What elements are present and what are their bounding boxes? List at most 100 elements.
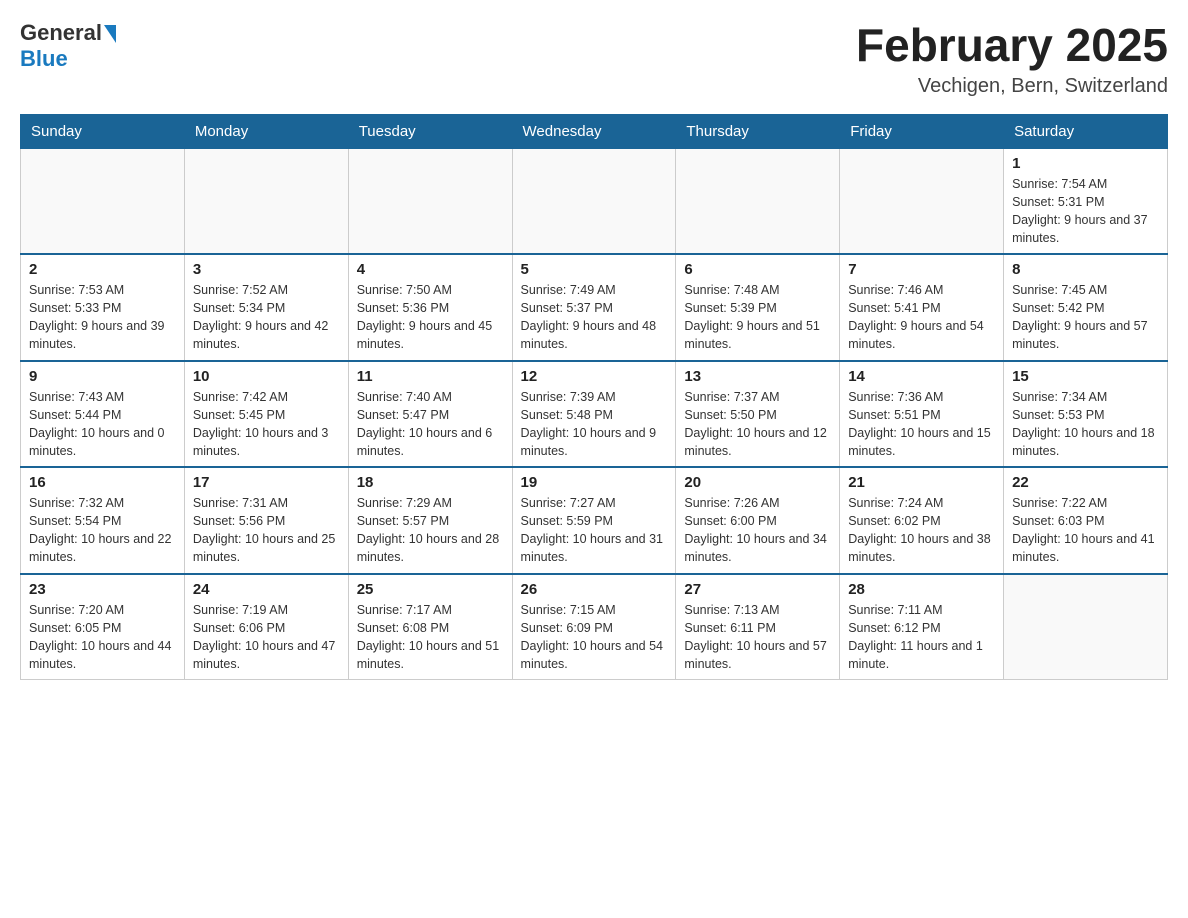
calendar-day-cell: 3Sunrise: 7:52 AM Sunset: 5:34 PM Daylig…	[184, 254, 348, 361]
day-number: 18	[357, 474, 504, 491]
day-info: Sunrise: 7:49 AM Sunset: 5:37 PM Dayligh…	[521, 281, 668, 354]
day-number: 4	[357, 261, 504, 278]
day-number: 22	[1012, 474, 1159, 491]
calendar-week-row: 23Sunrise: 7:20 AM Sunset: 6:05 PM Dayli…	[21, 574, 1168, 680]
calendar-day-cell	[184, 148, 348, 254]
day-number: 17	[193, 474, 340, 491]
day-info: Sunrise: 7:34 AM Sunset: 5:53 PM Dayligh…	[1012, 388, 1159, 461]
calendar-title: February 2025	[856, 20, 1168, 71]
day-info: Sunrise: 7:37 AM Sunset: 5:50 PM Dayligh…	[684, 388, 831, 461]
weekday-header: Tuesday	[348, 114, 512, 148]
day-info: Sunrise: 7:53 AM Sunset: 5:33 PM Dayligh…	[29, 281, 176, 354]
calendar-day-cell: 18 Sunrise: 7:29 AM Sunset: 5:57 PM Dayli…	[348, 467, 512, 574]
day-number: 10	[193, 368, 340, 385]
calendar-day-cell: 8 Sunrise: 7:45 AM Sunset: 5:42 PM Daylig…	[1004, 254, 1168, 361]
day-number: 27	[684, 581, 831, 598]
day-number: 28	[848, 581, 995, 598]
day-info: Sunrise: 7:13 AM Sunset: 6:11 PM Dayligh…	[684, 601, 831, 674]
calendar-header-row: SundayMondayTuesdayWednesdayThursdayFrid…	[21, 114, 1168, 148]
day-info: Sunrise: 7:54 AM Sunset: 5:31 PM Dayligh…	[1012, 175, 1159, 248]
calendar-day-cell: 1 Sunrise: 7:54 AM Sunset: 5:31 PM Daylig…	[1004, 148, 1168, 254]
weekday-header: Monday	[184, 114, 348, 148]
calendar-week-row: 9 Sunrise: 7:43 AM Sunset: 5:44 PM Daylig…	[21, 361, 1168, 468]
calendar-day-cell	[840, 148, 1004, 254]
day-info: Sunrise: 7:48 AM Sunset: 5:39 PM Dayligh…	[684, 281, 831, 354]
day-number: 13	[684, 368, 831, 385]
calendar-day-cell	[1004, 574, 1168, 680]
day-info: Sunrise: 7:22 AM Sunset: 6:03 PM Dayligh…	[1012, 494, 1159, 567]
weekday-header: Thursday	[676, 114, 840, 148]
calendar-day-cell: 16Sunrise: 7:32 AM Sunset: 5:54 PM Dayli…	[21, 467, 185, 574]
day-info: Sunrise: 7:29 AM Sunset: 5:57 PM Dayligh…	[357, 494, 504, 567]
day-info: Sunrise: 7:45 AM Sunset: 5:42 PM Dayligh…	[1012, 281, 1159, 354]
day-number: 8	[1012, 261, 1159, 278]
calendar-day-cell: 13 Sunrise: 7:37 AM Sunset: 5:50 PM Dayli…	[676, 361, 840, 468]
calendar-day-cell: 17Sunrise: 7:31 AM Sunset: 5:56 PM Dayli…	[184, 467, 348, 574]
weekday-header: Saturday	[1004, 114, 1168, 148]
day-number: 19	[521, 474, 668, 491]
day-info: Sunrise: 7:11 AM Sunset: 6:12 PM Dayligh…	[848, 601, 995, 674]
day-number: 26	[521, 581, 668, 598]
day-number: 16	[29, 474, 176, 491]
day-info: Sunrise: 7:39 AM Sunset: 5:48 PM Dayligh…	[521, 388, 668, 461]
day-number: 23	[29, 581, 176, 598]
day-number: 5	[521, 261, 668, 278]
logo-blue-text: Blue	[20, 46, 116, 72]
day-number: 24	[193, 581, 340, 598]
calendar-day-cell: 20 Sunrise: 7:26 AM Sunset: 6:00 PM Dayli…	[676, 467, 840, 574]
day-info: Sunrise: 7:27 AM Sunset: 5:59 PM Dayligh…	[521, 494, 668, 567]
day-info: Sunrise: 7:19 AM Sunset: 6:06 PM Dayligh…	[193, 601, 340, 674]
day-number: 1	[1012, 155, 1159, 172]
day-number: 6	[684, 261, 831, 278]
calendar-day-cell: 7Sunrise: 7:46 AM Sunset: 5:41 PM Daylig…	[840, 254, 1004, 361]
logo: General Blue	[20, 20, 116, 72]
calendar-day-cell: 25 Sunrise: 7:17 AM Sunset: 6:08 PM Dayli…	[348, 574, 512, 680]
calendar-day-cell: 2 Sunrise: 7:53 AM Sunset: 5:33 PM Daylig…	[21, 254, 185, 361]
day-number: 2	[29, 261, 176, 278]
calendar-day-cell: 24 Sunrise: 7:19 AM Sunset: 6:06 PM Dayli…	[184, 574, 348, 680]
calendar-day-cell: 5 Sunrise: 7:49 AM Sunset: 5:37 PM Daylig…	[512, 254, 676, 361]
day-info: Sunrise: 7:26 AM Sunset: 6:00 PM Dayligh…	[684, 494, 831, 567]
logo-arrow-icon	[104, 25, 116, 43]
logo-general-text: General	[20, 20, 102, 46]
weekday-header: Friday	[840, 114, 1004, 148]
calendar-day-cell: 10 Sunrise: 7:42 AM Sunset: 5:45 PM Dayli…	[184, 361, 348, 468]
day-number: 20	[684, 474, 831, 491]
calendar-day-cell	[348, 148, 512, 254]
day-info: Sunrise: 7:36 AM Sunset: 5:51 PM Dayligh…	[848, 388, 995, 461]
calendar-week-row: 1 Sunrise: 7:54 AM Sunset: 5:31 PM Daylig…	[21, 148, 1168, 254]
day-info: Sunrise: 7:50 AM Sunset: 5:36 PM Dayligh…	[357, 281, 504, 354]
day-number: 12	[521, 368, 668, 385]
calendar-day-cell: 27 Sunrise: 7:13 AM Sunset: 6:11 PM Dayli…	[676, 574, 840, 680]
day-number: 9	[29, 368, 176, 385]
weekday-header: Wednesday	[512, 114, 676, 148]
calendar-week-row: 2 Sunrise: 7:53 AM Sunset: 5:33 PM Daylig…	[21, 254, 1168, 361]
day-info: Sunrise: 7:52 AM Sunset: 5:34 PM Dayligh…	[193, 281, 340, 354]
calendar-day-cell: 11Sunrise: 7:40 AM Sunset: 5:47 PM Dayli…	[348, 361, 512, 468]
day-number: 14	[848, 368, 995, 385]
calendar-day-cell: 19 Sunrise: 7:27 AM Sunset: 5:59 PM Dayli…	[512, 467, 676, 574]
calendar-day-cell	[676, 148, 840, 254]
day-info: Sunrise: 7:42 AM Sunset: 5:45 PM Dayligh…	[193, 388, 340, 461]
day-info: Sunrise: 7:43 AM Sunset: 5:44 PM Dayligh…	[29, 388, 176, 461]
day-info: Sunrise: 7:17 AM Sunset: 6:08 PM Dayligh…	[357, 601, 504, 674]
title-block: February 2025 Vechigen, Bern, Switzerlan…	[856, 20, 1168, 98]
day-info: Sunrise: 7:24 AM Sunset: 6:02 PM Dayligh…	[848, 494, 995, 567]
calendar-day-cell: 23Sunrise: 7:20 AM Sunset: 6:05 PM Dayli…	[21, 574, 185, 680]
day-number: 7	[848, 261, 995, 278]
calendar-subtitle: Vechigen, Bern, Switzerland	[856, 75, 1168, 98]
day-number: 21	[848, 474, 995, 491]
calendar-day-cell: 26 Sunrise: 7:15 AM Sunset: 6:09 PM Dayli…	[512, 574, 676, 680]
day-info: Sunrise: 7:15 AM Sunset: 6:09 PM Dayligh…	[521, 601, 668, 674]
calendar-day-cell: 15 Sunrise: 7:34 AM Sunset: 5:53 PM Dayli…	[1004, 361, 1168, 468]
day-number: 15	[1012, 368, 1159, 385]
calendar-day-cell	[21, 148, 185, 254]
day-number: 25	[357, 581, 504, 598]
calendar-week-row: 16Sunrise: 7:32 AM Sunset: 5:54 PM Dayli…	[21, 467, 1168, 574]
calendar-day-cell: 12 Sunrise: 7:39 AM Sunset: 5:48 PM Dayli…	[512, 361, 676, 468]
day-number: 11	[357, 368, 504, 385]
calendar-table: SundayMondayTuesdayWednesdayThursdayFrid…	[20, 114, 1168, 681]
calendar-day-cell: 28 Sunrise: 7:11 AM Sunset: 6:12 PM Dayli…	[840, 574, 1004, 680]
weekday-header: Sunday	[21, 114, 185, 148]
calendar-day-cell: 14 Sunrise: 7:36 AM Sunset: 5:51 PM Dayli…	[840, 361, 1004, 468]
